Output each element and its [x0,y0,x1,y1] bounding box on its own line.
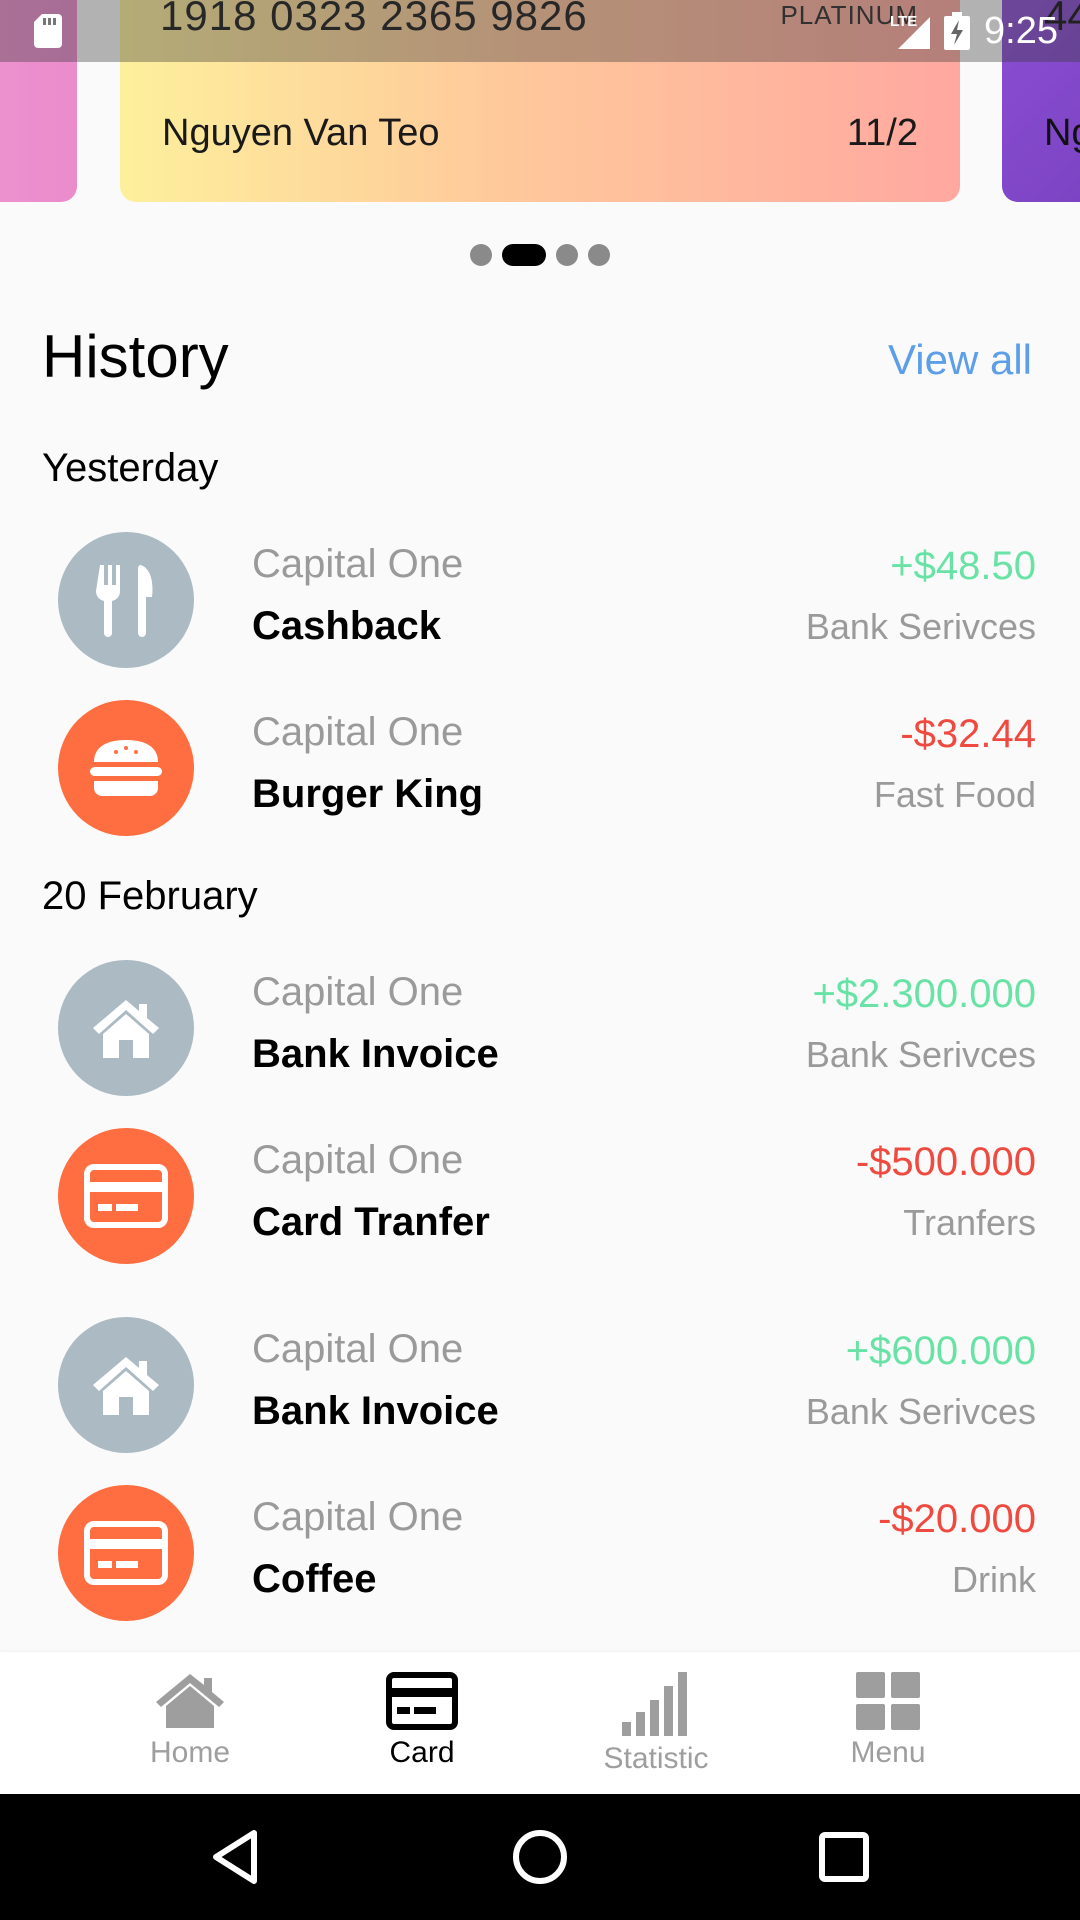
burger-icon [90,740,162,796]
card-expiry: 11/2 [846,112,918,154]
system-navigation-bar [0,1794,1080,1920]
transaction-name: Burger King [252,772,484,816]
nav-item-statistic[interactable]: Statistic [556,1652,756,1794]
transaction-icon [58,700,194,836]
card-holder-name: Ng [1044,112,1080,154]
home-icon [156,1674,224,1728]
carousel-indicator [0,244,1080,266]
nav-label: Statistic [603,1742,709,1775]
transaction-row[interactable]: Capital One Bank Invoice +$600.000 Bank … [0,1317,1080,1457]
transaction-name: Bank Invoice [252,1389,499,1433]
transaction-name: Coffee [252,1557,377,1601]
card-holder-name: Nguyen Van Teo [162,112,440,154]
nav-label: Menu [850,1736,926,1769]
transaction-amount: +$48.50 [890,544,1036,588]
battery-charging-icon [944,12,971,50]
transaction-category: Drink [951,1559,1036,1600]
transaction-category: Tranfers [903,1202,1036,1243]
sd-card-icon [34,14,62,48]
grid-icon [856,1672,920,1730]
status-bar: LTE 9:25 [0,0,1080,62]
carousel-dot[interactable] [470,244,492,266]
transaction-amount: +$600.000 [845,1329,1036,1373]
transaction-bank: Capital One [252,970,464,1014]
credit-card-icon [386,1672,458,1730]
carousel-dot[interactable] [556,244,578,266]
home-circle-icon[interactable] [510,1827,570,1887]
nav-label: Card [389,1736,455,1769]
nav-item-home[interactable]: Home [90,1652,290,1794]
carousel-dot-active[interactable] [502,244,546,266]
transaction-bank: Capital One [252,1138,464,1182]
history-title: History [42,323,229,390]
transaction-row[interactable]: Capital One Bank Invoice +$2.300.000 Ban… [0,960,1080,1100]
bar-chart-icon [622,1672,687,1736]
transaction-name: Bank Invoice [252,1032,499,1076]
view-all-link[interactable]: View all [888,336,1032,384]
transaction-icon [58,1317,194,1453]
transaction-icon [58,960,194,1096]
transaction-amount: -$500.000 [855,1140,1036,1184]
group-label-yesterday: Yesterday [42,446,219,490]
transaction-category: Bank Serivces [805,606,1036,647]
signal-icon: LTE [888,13,931,49]
carousel-dot[interactable] [588,244,610,266]
status-time: 9:25 [984,9,1058,52]
transaction-amount: +$2.300.000 [812,972,1036,1016]
transaction-category: Bank Serivces [805,1391,1036,1432]
credit-card-icon [84,1521,168,1585]
credit-card-icon [84,1164,168,1228]
screen: 1918 0323 2365 9826 PLATINUM Nguyen Van … [0,0,1080,1920]
transaction-category: Bank Serivces [805,1034,1036,1075]
nav-item-card[interactable]: Card [322,1652,522,1794]
transaction-row[interactable]: Capital One Card Tranfer -$500.000 Tranf… [0,1128,1080,1268]
transaction-icon [58,1485,194,1621]
transaction-bank: Capital One [252,542,464,586]
transaction-icon [58,532,194,668]
transaction-icon [58,1128,194,1264]
transaction-name: Card Tranfer [252,1200,490,1244]
transaction-bank: Capital One [252,1327,464,1371]
home-icon [93,1000,159,1058]
nav-label: Home [149,1736,231,1769]
home-icon [93,1357,159,1415]
transaction-row[interactable]: Capital One Cashback +$48.50 Bank Serivc… [0,532,1080,672]
transaction-row[interactable]: Capital One Coffee -$20.000 Drink [0,1485,1080,1625]
transaction-category: Fast Food [873,774,1036,815]
nav-item-menu[interactable]: Menu [788,1652,988,1794]
transaction-amount: -$32.44 [900,712,1036,756]
transaction-bank: Capital One [252,1495,464,1539]
group-label-20-february: 20 February [42,874,258,918]
history-header: History View all [42,322,1038,402]
transaction-amount: -$20.000 [878,1497,1036,1541]
bottom-navigation: Home Card Statistic Menu [0,1652,1080,1794]
transaction-bank: Capital One [252,710,464,754]
transaction-row[interactable]: Capital One Burger King -$32.44 Fast Foo… [0,700,1080,840]
utensils-icon [96,565,153,637]
network-type: LTE [890,13,918,30]
transaction-name: Cashback [252,604,441,648]
back-icon[interactable] [206,1827,266,1887]
recents-icon[interactable] [814,1827,874,1887]
